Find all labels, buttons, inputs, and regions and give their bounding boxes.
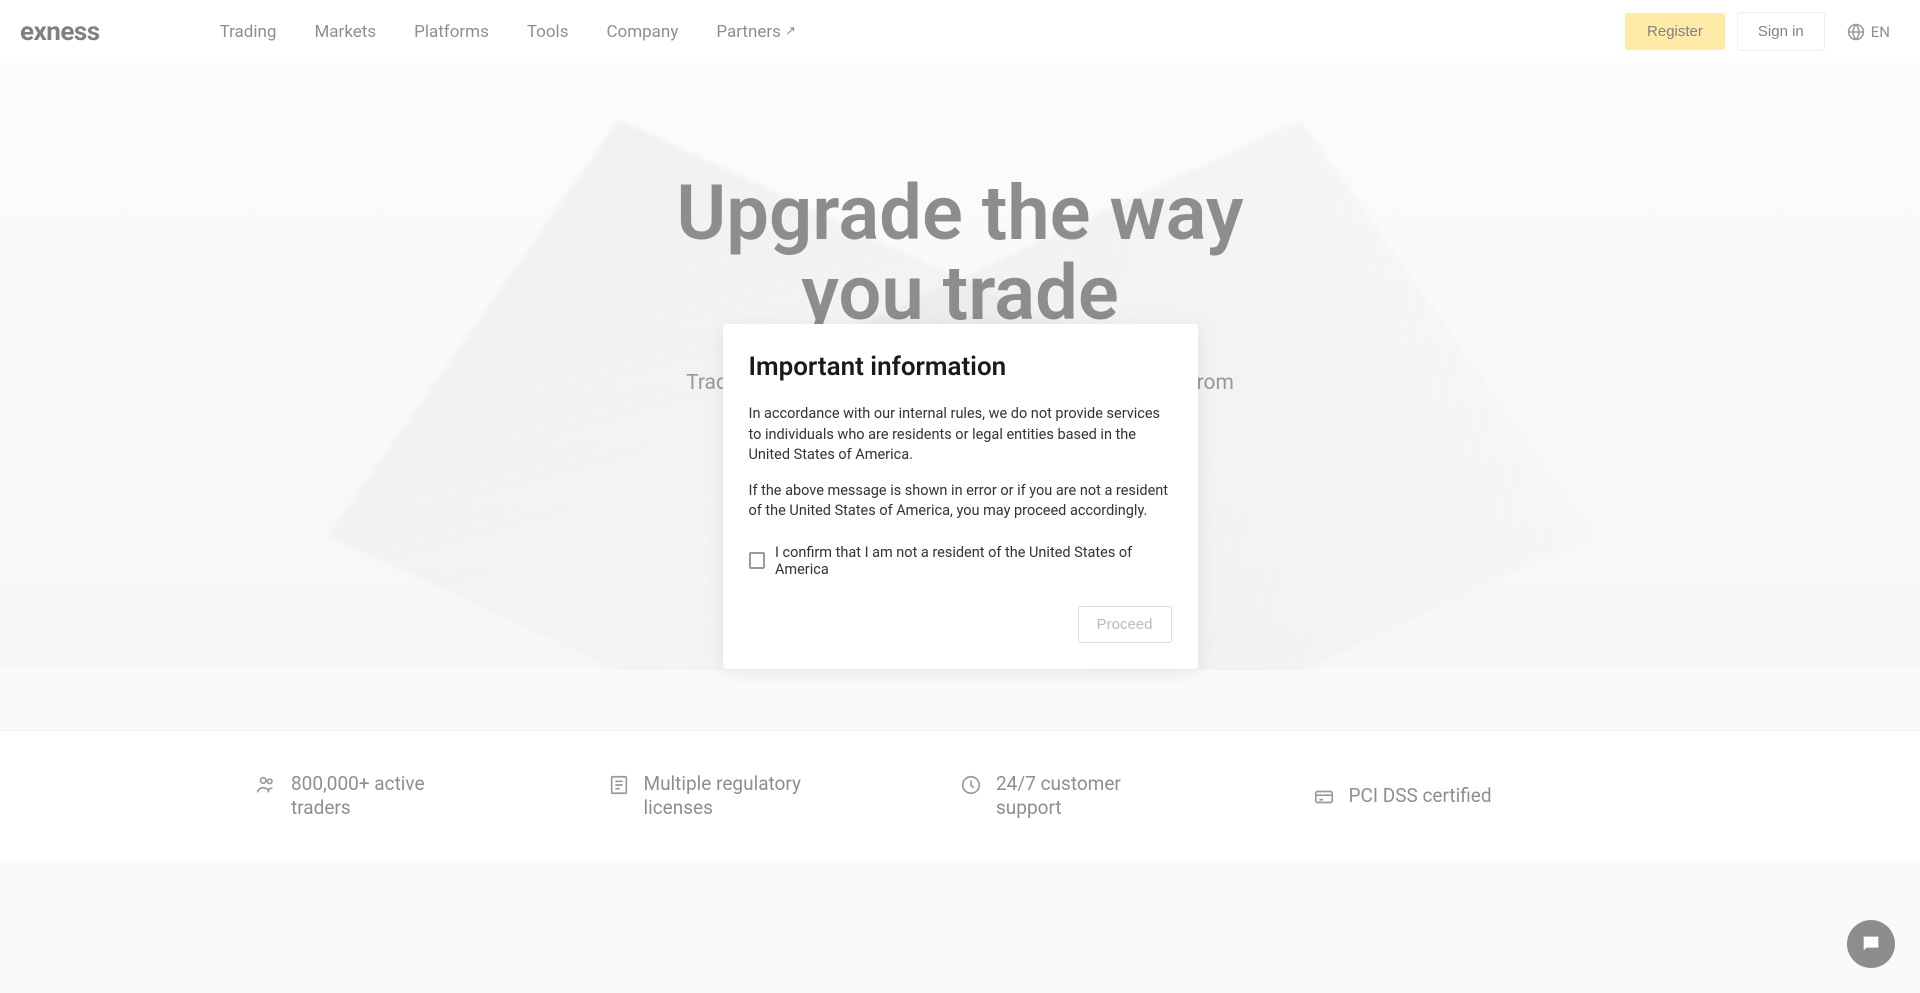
modal-title: Important information [749,352,1172,382]
modal-paragraph: If the above message is shown in error o… [749,481,1172,522]
checkbox-label: I confirm that I am not a resident of th… [775,544,1172,578]
proceed-button[interactable]: Proceed [1078,606,1172,643]
modal-overlay: Important information In accordance with… [0,0,1920,993]
modal-footer: Proceed [749,606,1172,643]
modal-paragraph: In accordance with our internal rules, w… [749,404,1172,465]
confirm-checkbox[interactable] [749,552,765,569]
modal-checkbox-row: I confirm that I am not a resident of th… [749,544,1172,578]
region-confirmation-modal: Important information In accordance with… [723,324,1198,668]
